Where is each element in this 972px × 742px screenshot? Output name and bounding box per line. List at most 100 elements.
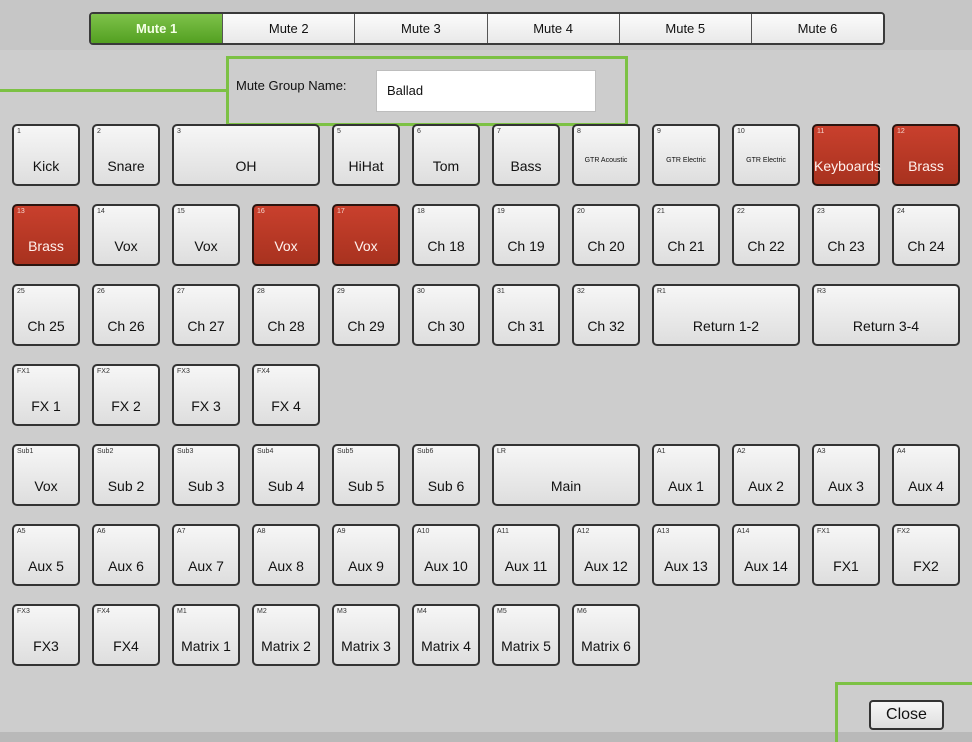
channel-button-16-muted[interactable]: 16 Vox [252, 204, 320, 266]
channel-button-sub2[interactable]: Sub2 Sub 2 [92, 444, 160, 506]
channel-label: Ch 29 [347, 318, 385, 334]
channel-button-fx4[interactable]: FX4 FX 4 [252, 364, 320, 426]
channel-button-25[interactable]: 25 Ch 25 [12, 284, 80, 346]
channel-number: FX3 [17, 608, 30, 615]
channel-button-10[interactable]: 10 GTR Electric [732, 124, 800, 186]
channel-number: FX2 [97, 368, 110, 375]
channel-button-a6[interactable]: A6 Aux 6 [92, 524, 160, 586]
channel-button-a7[interactable]: A7 Aux 7 [172, 524, 240, 586]
channel-button-12-muted[interactable]: 12 Brass [892, 124, 960, 186]
channel-number: 24 [897, 208, 905, 215]
channel-label: Aux 2 [748, 478, 784, 494]
channel-button-14[interactable]: 14 Vox [92, 204, 160, 266]
channel-button-r3[interactable]: R3 Return 3-4 [812, 284, 960, 346]
channel-label: Ch 23 [827, 238, 865, 254]
channel-label: Sub 3 [187, 478, 225, 494]
channel-label: FX3 [33, 638, 59, 654]
channel-button-sub3[interactable]: Sub3 Sub 3 [172, 444, 240, 506]
channel-button-a13[interactable]: A13 Aux 13 [652, 524, 720, 586]
channel-button-a8[interactable]: A8 Aux 8 [252, 524, 320, 586]
channel-label: Return 3-4 [852, 318, 920, 334]
channel-label: Ch 26 [107, 318, 145, 334]
channel-button-m5[interactable]: M5 Matrix 5 [492, 604, 560, 666]
channel-button-29[interactable]: 29 Ch 29 [332, 284, 400, 346]
channel-button-fx2[interactable]: FX2 FX2 [892, 524, 960, 586]
channel-button-9[interactable]: 9 GTR Electric [652, 124, 720, 186]
channel-button-6[interactable]: 6 Tom [412, 124, 480, 186]
channel-button-8[interactable]: 8 GTR Acoustic [572, 124, 640, 186]
channel-button-fx2[interactable]: FX2 FX 2 [92, 364, 160, 426]
channel-label: Bass [510, 158, 542, 174]
channel-button-m4[interactable]: M4 Matrix 4 [412, 604, 480, 666]
channel-number: 26 [97, 288, 105, 295]
channel-button-20[interactable]: 20 Ch 20 [572, 204, 640, 266]
channel-button-5[interactable]: 5 HiHat [332, 124, 400, 186]
close-button[interactable]: Close [869, 700, 944, 730]
channel-number: 18 [417, 208, 425, 215]
channel-button-27[interactable]: 27 Ch 27 [172, 284, 240, 346]
channel-button-a10[interactable]: A10 Aux 10 [412, 524, 480, 586]
channel-button-fx3[interactable]: FX3 FX 3 [172, 364, 240, 426]
channel-button-a1[interactable]: A1 Aux 1 [652, 444, 720, 506]
channel-button-fx4[interactable]: FX4 FX4 [92, 604, 160, 666]
tab-mute-1[interactable]: Mute 1 [91, 14, 224, 43]
channel-button-sub1[interactable]: Sub1 Vox [12, 444, 80, 506]
channel-button-32[interactable]: 32 Ch 32 [572, 284, 640, 346]
channel-button-11-muted[interactable]: 11 Keyboards [812, 124, 881, 186]
channel-button-7[interactable]: 7 Bass [492, 124, 560, 186]
tab-mute-4[interactable]: Mute 4 [487, 14, 620, 43]
tab-mute-2[interactable]: Mute 2 [223, 14, 356, 43]
channel-button-a3[interactable]: A3 Aux 3 [812, 444, 880, 506]
channel-label: Ch 28 [267, 318, 305, 334]
channel-button-1[interactable]: 1 Kick [12, 124, 80, 186]
channel-label: Ch 30 [427, 318, 465, 334]
channel-button-22[interactable]: 22 Ch 22 [732, 204, 800, 266]
channel-label: Vox [274, 238, 298, 254]
channel-button-a9[interactable]: A9 Aux 9 [332, 524, 400, 586]
channel-button-a14[interactable]: A14 Aux 14 [732, 524, 800, 586]
channel-button-fx1[interactable]: FX1 FX1 [812, 524, 880, 586]
channel-button-15[interactable]: 15 Vox [172, 204, 240, 266]
tab-mute-5[interactable]: Mute 5 [619, 14, 752, 43]
channel-number: FX2 [897, 528, 910, 535]
channel-button-m3[interactable]: M3 Matrix 3 [332, 604, 400, 666]
channel-label: Aux 13 [664, 558, 708, 574]
tab-mute-6[interactable]: Mute 6 [751, 14, 883, 43]
channel-button-fx1[interactable]: FX1 FX 1 [12, 364, 80, 426]
channel-button-m1[interactable]: M1 Matrix 1 [172, 604, 240, 666]
channel-button-31[interactable]: 31 Ch 31 [492, 284, 560, 346]
channel-button-lr[interactable]: LR Main [492, 444, 640, 506]
channel-button-sub6[interactable]: Sub6 Sub 6 [412, 444, 480, 506]
channel-button-19[interactable]: 19 Ch 19 [492, 204, 560, 266]
channel-button-sub5[interactable]: Sub5 Sub 5 [332, 444, 400, 506]
channel-button-13-muted[interactable]: 13 Brass [12, 204, 80, 266]
channel-number: Sub4 [257, 448, 274, 455]
channel-button-17-muted[interactable]: 17 Vox [332, 204, 400, 266]
tab-mute-3[interactable]: Mute 3 [355, 14, 488, 43]
callout-line [0, 89, 226, 92]
channel-button-m6[interactable]: M6 Matrix 6 [572, 604, 640, 666]
channel-button-21[interactable]: 21 Ch 21 [652, 204, 720, 266]
channel-button-a4[interactable]: A4 Aux 4 [892, 444, 960, 506]
channel-number: FX1 [817, 528, 830, 535]
channel-button-30[interactable]: 30 Ch 30 [412, 284, 480, 346]
channel-button-fx3[interactable]: FX3 FX3 [12, 604, 80, 666]
channel-button-3[interactable]: 3 OH [172, 124, 320, 186]
channel-button-26[interactable]: 26 Ch 26 [92, 284, 160, 346]
channel-label: Aux 10 [424, 558, 468, 574]
channel-button-2[interactable]: 2 Snare [92, 124, 160, 186]
channel-button-a2[interactable]: A2 Aux 2 [732, 444, 800, 506]
channel-button-a12[interactable]: A12 Aux 12 [572, 524, 640, 586]
channel-label: Snare [107, 158, 145, 174]
channel-button-sub4[interactable]: Sub4 Sub 4 [252, 444, 320, 506]
channel-button-a5[interactable]: A5 Aux 5 [12, 524, 80, 586]
channel-button-23[interactable]: 23 Ch 23 [812, 204, 880, 266]
channel-button-m2[interactable]: M2 Matrix 2 [252, 604, 320, 666]
channel-button-a11[interactable]: A11 Aux 11 [492, 524, 560, 586]
channel-button-24[interactable]: 24 Ch 24 [892, 204, 960, 266]
channel-button-28[interactable]: 28 Ch 28 [252, 284, 320, 346]
channel-label: Sub 6 [427, 478, 465, 494]
mute-group-name-field[interactable]: Ballad [376, 70, 596, 112]
channel-button-18[interactable]: 18 Ch 18 [412, 204, 480, 266]
channel-button-r1[interactable]: R1 Return 1-2 [652, 284, 800, 346]
